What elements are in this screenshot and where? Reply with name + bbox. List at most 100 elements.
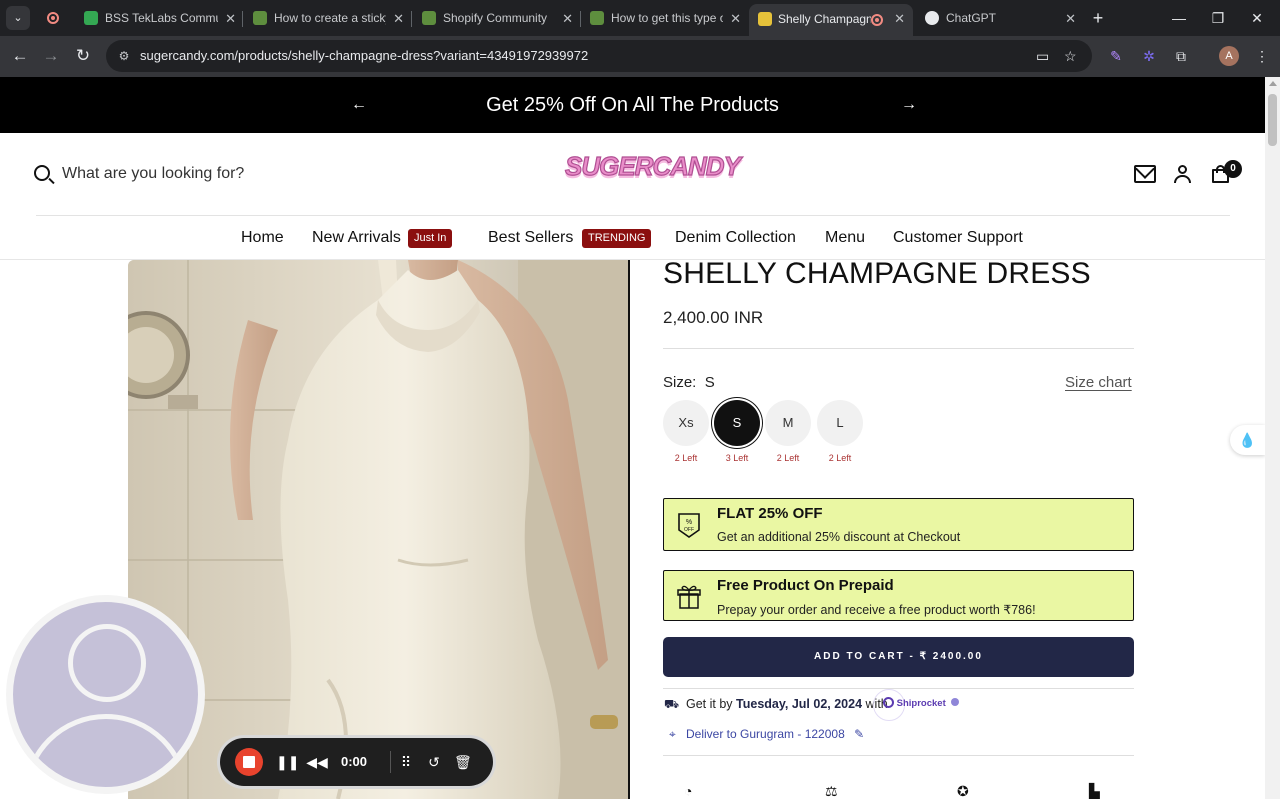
edit-pencil-icon[interactable]: ✎ — [854, 727, 864, 741]
accessibility-widget[interactable]: 💧 — [1230, 425, 1265, 455]
scroll-up-icon[interactable] — [1269, 81, 1277, 86]
rewind-icon[interactable]: ◀◀ — [306, 738, 328, 786]
size-option-l[interactable]: L — [817, 400, 863, 446]
size-chart-link[interactable]: Size chart — [1065, 374, 1132, 391]
tab-title: How to create a sticky — [274, 11, 386, 25]
site-header: SUGERCANDY 0 Home New Arrivals Just In B… — [0, 133, 1265, 260]
size-label-text: Size: — [663, 374, 697, 391]
shopify-favicon-icon — [422, 11, 436, 25]
cart-divider — [663, 688, 1134, 689]
size-stock-l: 2 Left — [828, 453, 852, 463]
close-window-button[interactable]: ✕ — [1234, 0, 1280, 36]
grid-icon[interactable]: ⠿ — [398, 738, 414, 786]
reload-icon[interactable]: ↻ — [71, 44, 95, 68]
announcement-next-arrow-icon[interactable]: → — [901, 77, 917, 133]
search-icon[interactable] — [34, 165, 50, 181]
tab-0[interactable]: BSS TekLabs Community ✕ — [84, 5, 240, 32]
avatar-head — [68, 624, 146, 702]
shiprocket-text: Shiprocket — [896, 698, 946, 709]
tab-title: How to get this type of — [611, 11, 723, 25]
new-tab-button[interactable]: + — [1075, 0, 1121, 36]
tab-1[interactable]: How to create a sticky ✕ — [253, 5, 408, 32]
tab-search-button[interactable]: ⌄ — [6, 6, 30, 30]
size-option-m[interactable]: M — [765, 400, 811, 446]
address-bar[interactable]: ⚙ sugercandy.com/products/shelly-champag… — [106, 40, 1092, 72]
site-logo[interactable]: SUGERCANDY — [564, 150, 741, 193]
back-icon[interactable]: ← — [8, 44, 32, 68]
tab-3[interactable]: How to get this type of ✕ — [590, 5, 745, 32]
camera-icon[interactable]: ▭ — [1036, 48, 1049, 64]
delivery-date: Tuesday, Jul 02, 2024 — [736, 697, 863, 711]
tab-strip: ⌄ BSS TekLabs Community ✕ How to create … — [0, 0, 1280, 36]
close-tab-icon[interactable]: ✕ — [894, 4, 905, 34]
close-tab-icon[interactable]: ✕ — [225, 5, 236, 32]
nav-home[interactable]: Home — [241, 216, 284, 260]
size-stock-m: 2 Left — [776, 453, 800, 463]
recording-time: 0:00 — [341, 754, 368, 769]
search-input[interactable] — [62, 162, 382, 186]
size-label: Size: S — [663, 374, 715, 391]
recording-control-bar: ❚❚ ◀◀ 0:00 ⠿ ↺ 🗑 — [220, 738, 493, 786]
logo-wordmark: SUGERCANDY — [564, 150, 741, 181]
tab-4-active[interactable]: Shelly Champagne ✕ — [749, 4, 913, 36]
size-option-s[interactable]: S — [714, 400, 760, 446]
tab-5[interactable]: ChatGPT ✕ — [925, 5, 1080, 32]
shiprocket-logo-icon — [883, 697, 894, 708]
recorder-extension-icon[interactable]: ✲ — [1139, 46, 1159, 66]
promo-title: Free Product On Prepaid — [717, 577, 894, 594]
close-tab-icon[interactable]: ✕ — [562, 5, 573, 32]
easy-returns-icon: ◔ — [684, 783, 693, 799]
forward-icon[interactable]: → — [39, 44, 63, 68]
svg-text:%: % — [686, 519, 692, 526]
shopify-favicon-icon — [590, 11, 604, 25]
pen-extension-icon[interactable]: ✎ — [1106, 46, 1126, 66]
pause-icon[interactable]: ❚❚ — [276, 738, 299, 786]
promo-flat-discount: % OFF FLAT 25% OFF Get an additional 25%… — [663, 498, 1134, 551]
mail-icon[interactable] — [1134, 165, 1156, 183]
nav-new-arrivals[interactable]: New Arrivals — [312, 216, 401, 260]
star-icon[interactable]: ☆ — [1064, 48, 1077, 64]
sugercandy-favicon-icon — [758, 12, 772, 26]
stop-icon[interactable] — [235, 748, 263, 776]
just-in-badge: Just In — [408, 229, 453, 248]
trash-icon[interactable]: 🗑 — [454, 738, 472, 786]
promo-free-product: Free Product On Prepaid Prepay your orde… — [663, 570, 1134, 621]
product-photo — [128, 260, 628, 799]
tab-2[interactable]: Shopify Community ✕ — [422, 5, 577, 32]
extensions-icon[interactable]: ⧉ — [1171, 46, 1191, 66]
nav-customer-support[interactable]: Customer Support — [893, 216, 1023, 260]
size-stock-s: 3 Left — [725, 453, 749, 463]
scrollbar-thumb[interactable] — [1268, 94, 1277, 146]
tab-title: ChatGPT — [946, 11, 997, 25]
promo-subtitle: Get an additional 25% discount at Checko… — [717, 530, 961, 544]
tab-title: Shelly Champagne — [778, 12, 871, 26]
recording-indicator-icon — [47, 12, 59, 24]
url-text[interactable]: sugercandy.com/products/shelly-champagne… — [140, 40, 588, 72]
product-image[interactable] — [128, 260, 630, 799]
site-info-icon[interactable]: ⚙ — [116, 48, 132, 64]
close-tab-icon[interactable]: ✕ — [393, 5, 404, 32]
nav-best-sellers[interactable]: Best Sellers — [488, 216, 573, 260]
account-icon[interactable] — [1173, 165, 1195, 183]
close-tab-icon[interactable]: ✕ — [730, 5, 741, 32]
recorder-divider — [390, 751, 391, 773]
add-to-cart-button[interactable]: ADD TO CART - ₹ 2400.00 — [663, 637, 1134, 677]
more-menu-icon[interactable]: ⋮ — [1252, 46, 1272, 66]
price-divider — [663, 348, 1134, 349]
sheets-favicon-icon — [84, 11, 98, 25]
shiprocket-logo: Shiprocket — [883, 697, 960, 709]
deliver-to-text: Deliver to Gurugram - 122008 — [686, 727, 845, 741]
restart-icon[interactable]: ↺ — [426, 738, 442, 786]
cart-count-badge: 0 — [1224, 160, 1242, 178]
shopify-favicon-icon — [253, 11, 267, 25]
delivery-truck-icon: ⛟ — [664, 697, 680, 711]
size-option-xs[interactable]: Xs — [663, 400, 709, 446]
nav-denim-collection[interactable]: Denim Collection — [675, 216, 796, 260]
info-icon[interactable] — [951, 698, 960, 706]
webcam-bubble[interactable] — [6, 595, 205, 794]
page-scrollbar[interactable] — [1265, 77, 1280, 799]
nav-menu[interactable]: Menu — [825, 216, 865, 260]
tab-title: BSS TekLabs Community — [105, 11, 218, 25]
trending-badge: TRENDING — [582, 229, 652, 248]
profile-avatar[interactable]: A — [1219, 46, 1239, 66]
